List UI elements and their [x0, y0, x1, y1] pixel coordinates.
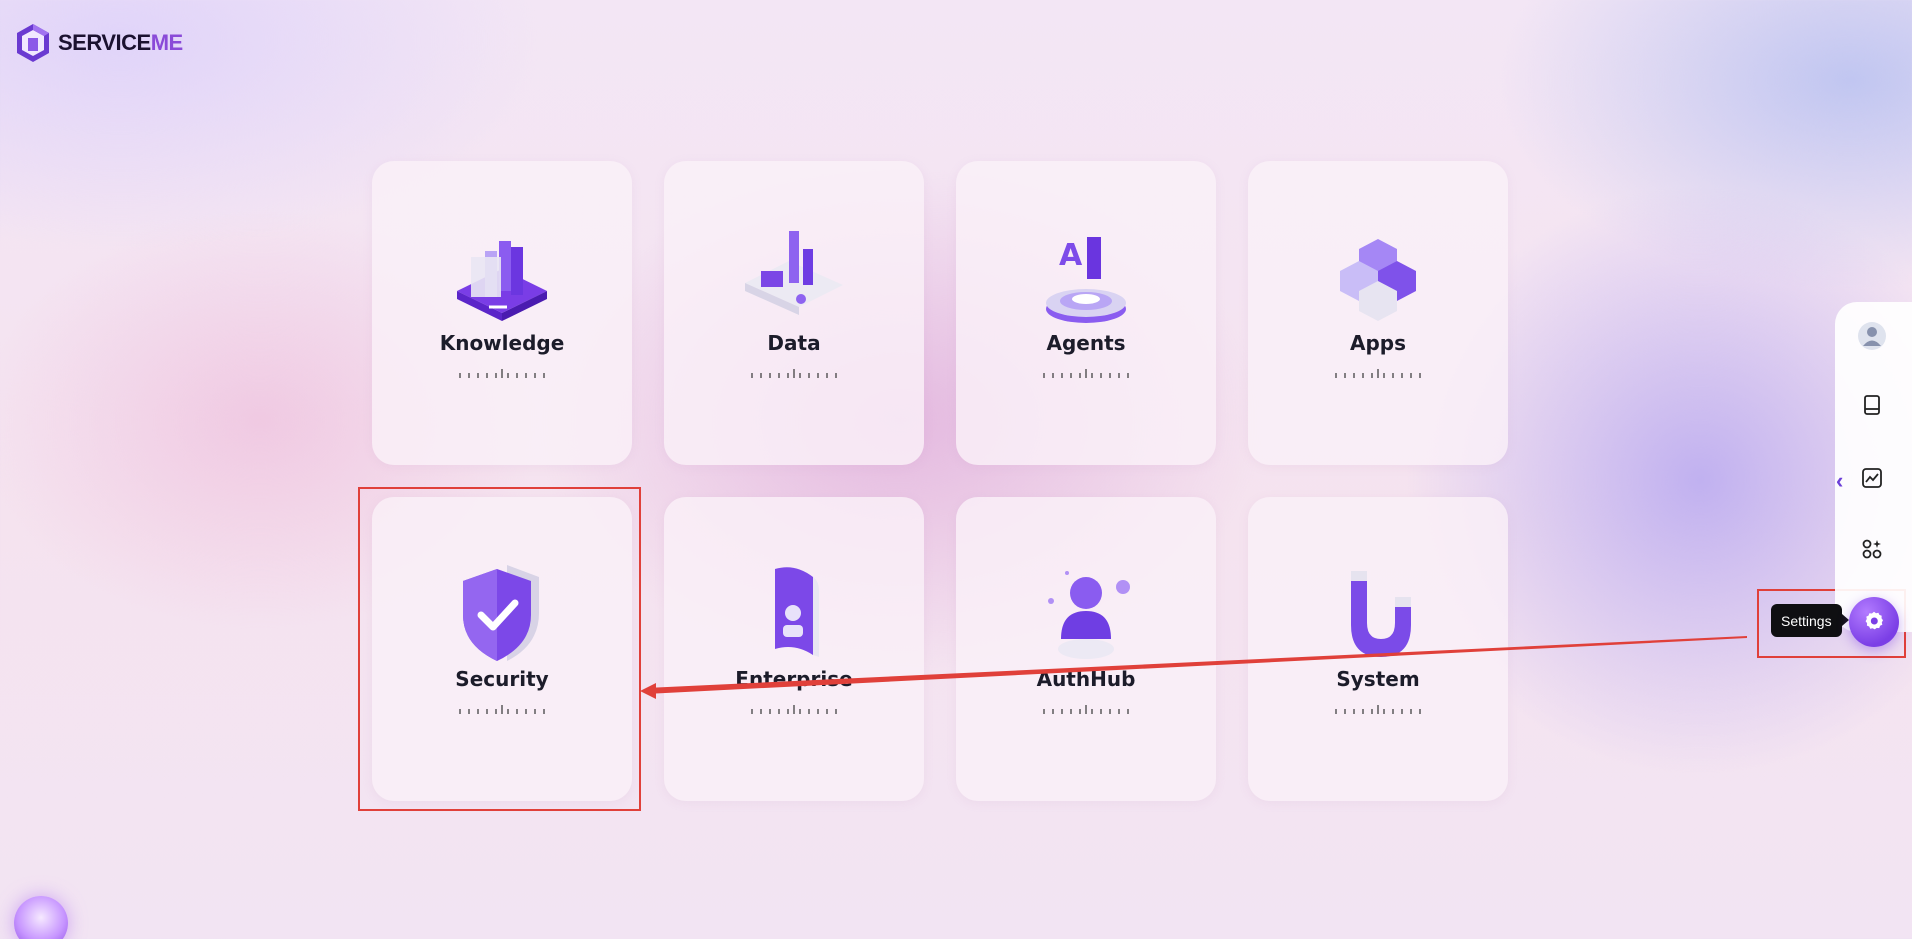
ruler-decoration	[1335, 369, 1421, 378]
card-apps[interactable]: Apps	[1248, 161, 1508, 465]
apps-icon[interactable]	[1857, 534, 1887, 564]
svg-text:A: A	[1059, 238, 1083, 273]
card-enterprise[interactable]: Enterprise	[664, 497, 924, 801]
book-icon[interactable]	[1857, 390, 1887, 420]
knowledge-icon	[457, 241, 547, 321]
apps-cube-icon	[1340, 239, 1416, 321]
chart-icon[interactable]	[1857, 463, 1887, 493]
security-highlight-box	[358, 487, 641, 811]
ruler-decoration	[1043, 705, 1129, 714]
ruler-decoration	[1335, 705, 1421, 714]
card-label: Apps	[1349, 331, 1406, 355]
ruler-decoration	[1043, 369, 1129, 378]
settings-button[interactable]	[1849, 597, 1899, 647]
chevron-left-icon[interactable]: ‹	[1836, 468, 1843, 494]
ruler-decoration	[459, 369, 545, 378]
magnet-icon	[1351, 571, 1411, 657]
card-data[interactable]: Data	[664, 161, 924, 465]
card-label: Enterprise	[735, 667, 853, 691]
card-label: Agents	[1046, 331, 1126, 355]
ruler-decoration	[751, 705, 837, 714]
user-icon	[1048, 571, 1130, 659]
card-knowledge[interactable]: Knowledge	[372, 161, 632, 465]
agents-icon: A	[1046, 237, 1126, 323]
app-logo[interactable]: SERVICEME	[14, 22, 183, 64]
avatar[interactable]	[1857, 321, 1887, 351]
card-label: System	[1336, 667, 1420, 691]
card-label: Knowledge	[439, 331, 565, 355]
card-label: Data	[767, 331, 821, 355]
card-authhub[interactable]: AuthHub	[956, 497, 1216, 801]
logo-text: SERVICEME	[58, 30, 183, 55]
logo-cube-icon	[17, 24, 49, 62]
ruler-decoration	[751, 369, 837, 378]
enterprise-book-icon	[775, 567, 819, 657]
card-label: AuthHub	[1036, 667, 1136, 691]
gear-icon	[1865, 611, 1883, 630]
settings-tooltip: Settings	[1771, 604, 1849, 637]
data-icon	[745, 231, 843, 315]
assistant-orb[interactable]	[14, 896, 68, 939]
right-sidebar	[1835, 302, 1912, 632]
card-agents[interactable]: A Agents	[956, 161, 1216, 465]
card-system[interactable]: System	[1248, 497, 1508, 801]
